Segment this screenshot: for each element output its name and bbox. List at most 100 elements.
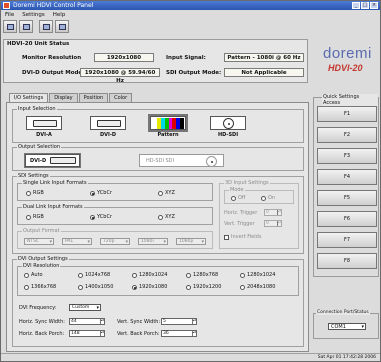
unit-status-panel: HDVI-20 Unit Status Monitor Resolution 1… bbox=[3, 39, 308, 84]
input-dvi-a-label: DVI-A bbox=[36, 132, 52, 138]
h-back-porch-input[interactable]: 148 ▴▾ bbox=[69, 330, 105, 337]
res-1280x1024-radio[interactable]: 1280x1024 bbox=[132, 272, 167, 278]
v-trigger-label: Vert. Trigger bbox=[224, 221, 255, 227]
menu-bar: File Settings Help bbox=[1, 11, 380, 19]
quick-settings-group: Quick Settings Access F1 F2 F3 F4 F5 F6 … bbox=[313, 94, 379, 277]
res-1280x768-radio[interactable]: 1280x768 bbox=[186, 272, 218, 278]
v-sync-width-label: Vert. Sync Width: bbox=[117, 319, 161, 325]
quick-f5-button[interactable]: F5 bbox=[317, 190, 377, 206]
connect-button[interactable] bbox=[3, 20, 17, 33]
toolbar bbox=[3, 20, 69, 34]
format-720p-select[interactable]: 720p bbox=[100, 238, 130, 245]
invert-fields-checkbox[interactable]: Invert Fields bbox=[224, 234, 261, 240]
res-auto-radio[interactable]: Auto bbox=[24, 272, 43, 278]
input-hd-sdi[interactable]: HD-SDI bbox=[207, 114, 249, 139]
close-button[interactable]: × bbox=[370, 2, 378, 9]
sdi-settings-group: SDI Settings Single Link Input Formats R… bbox=[12, 173, 304, 254]
save-button[interactable] bbox=[39, 20, 53, 33]
logo-word: doremi bbox=[323, 45, 372, 62]
maximize-button[interactable]: □ bbox=[361, 2, 369, 9]
single-link-ycbcr-radio[interactable]: YCbCr bbox=[90, 190, 112, 196]
res-1024x768-radio[interactable]: 1024x768 bbox=[78, 272, 110, 278]
minimize-button[interactable]: _ bbox=[352, 2, 360, 9]
res-1366x768-radio[interactable]: 1366x768 bbox=[24, 284, 56, 290]
input-pattern-label: Pattern bbox=[157, 132, 179, 138]
quick-f3-button[interactable]: F3 bbox=[317, 148, 377, 164]
format-ntsc-select[interactable]: NTSC bbox=[24, 238, 54, 245]
dual-link-ycbcr-radio[interactable]: YCbCr bbox=[90, 214, 112, 220]
quick-settings-title: Quick Settings Access bbox=[322, 94, 378, 106]
quick-f4-button[interactable]: F4 bbox=[317, 169, 377, 185]
single-link-xyz-radio[interactable]: XYZ bbox=[158, 190, 175, 196]
v-trigger-input[interactable]: 0 ▴▾ bbox=[264, 220, 282, 227]
input-signal-label: Input Signal: bbox=[166, 55, 206, 61]
dvi-resolution-group: DVI Resolution Auto 1024x768 1280x1024 1… bbox=[17, 263, 299, 296]
input-hd-sdi-label: HD-SDI bbox=[217, 132, 239, 138]
tab-position[interactable]: Position bbox=[78, 93, 109, 102]
menu-settings[interactable]: Settings bbox=[22, 11, 45, 19]
title-bar: Doremi HDVI Control Panel _ □ × bbox=[1, 1, 380, 10]
format-1080p-select[interactable]: 1080p bbox=[176, 238, 206, 245]
load-button[interactable] bbox=[55, 20, 69, 33]
quick-f6-button[interactable]: F6 bbox=[317, 211, 377, 227]
v-back-porch-input[interactable]: 36 ▴▾ bbox=[161, 330, 197, 337]
input-pattern[interactable]: Pattern bbox=[147, 114, 189, 139]
dual-link-xyz-radio[interactable]: XYZ bbox=[158, 214, 175, 220]
quick-f1-button[interactable]: F1 bbox=[317, 106, 377, 122]
dvi-output-settings-group: DVI Output Settings DVI Resolution Auto … bbox=[12, 256, 304, 347]
menu-help[interactable]: Help bbox=[53, 11, 66, 19]
monitor-resolution-label: Monitor Resolution bbox=[22, 55, 82, 61]
dvi-frequency-select[interactable]: Custom bbox=[69, 304, 101, 311]
res-1280x1024b-radio[interactable]: 1280x1024 bbox=[240, 272, 275, 278]
quick-f2-button[interactable]: F2 bbox=[317, 127, 377, 143]
single-link-rgb-radio[interactable]: RGB bbox=[26, 190, 44, 196]
doremi-logo: doremi HDVI-20 bbox=[319, 45, 379, 81]
input-dvi-d[interactable]: DVI-D bbox=[87, 114, 129, 139]
format-pal-select[interactable]: PAL bbox=[62, 238, 92, 245]
h-trigger-input[interactable]: 0 ▴▾ bbox=[264, 209, 282, 216]
color-bar bbox=[180, 118, 184, 129]
h-sync-width-label: Horiz. Sync Width: bbox=[19, 319, 65, 325]
res-2048x1080-radio[interactable]: 2048x1080 bbox=[240, 284, 275, 290]
dual-link-rgb-radio[interactable]: RGB bbox=[26, 214, 44, 220]
input-dvi-a[interactable]: DVI-A bbox=[23, 114, 65, 139]
output-dvi-d-label: DVI-D bbox=[30, 158, 47, 164]
bnc-connector-icon bbox=[223, 118, 234, 129]
dvi-output-mode-label: DVI-D Output Mode: bbox=[22, 70, 85, 76]
save-icon bbox=[43, 24, 50, 30]
output-hd-sdi-label: HD-SDI SDI bbox=[146, 158, 175, 164]
res-1920x1200-radio[interactable]: 1920x1200 bbox=[186, 284, 221, 290]
v-back-porch-label: Vert. Back Porch: bbox=[117, 331, 160, 337]
h-trigger-label: Horiz. Trigger bbox=[224, 210, 258, 216]
monitor-resolution-value: 1920x1080 bbox=[94, 53, 154, 62]
output-dvi-d[interactable]: DVI-D bbox=[25, 154, 80, 167]
tab-color[interactable]: Color bbox=[109, 93, 133, 102]
3d-mode-off-radio[interactable]: Off bbox=[231, 195, 245, 201]
sdi-output-mode-value: Not Applicable bbox=[224, 68, 304, 77]
status-bar: Sat Apr 01 17:42:28 2006 bbox=[1, 353, 380, 362]
load-icon bbox=[59, 24, 66, 30]
dual-link-formats: Dual Link Input Formats RGB YCbCr XYZ bbox=[17, 204, 213, 225]
h-sync-width-input[interactable]: 44 ▴▾ bbox=[69, 318, 105, 325]
sdi-output-mode-label: SDI Output Mode: bbox=[166, 70, 222, 76]
app-icon bbox=[3, 2, 10, 9]
output-hd-sdi[interactable]: HD-SDI SDI bbox=[139, 154, 224, 167]
res-1920x1080-radio[interactable]: 1920x1080 bbox=[132, 284, 167, 290]
menu-file[interactable]: File bbox=[5, 11, 14, 19]
3d-mode-on-radio[interactable]: On bbox=[261, 195, 275, 201]
quick-f8-button[interactable]: F8 bbox=[317, 253, 377, 269]
quick-f7-button[interactable]: F7 bbox=[317, 232, 377, 248]
dvi-frequency-label: DVI Frequency: bbox=[19, 305, 57, 311]
format-1080i-select[interactable]: 1080i bbox=[138, 238, 168, 245]
main-window: Doremi HDVI Control Panel _ □ × File Set… bbox=[0, 0, 381, 362]
connection-port-title: Connection Port/Status bbox=[316, 310, 370, 315]
dvi-connector-icon bbox=[50, 157, 76, 164]
res-1400x1050-radio[interactable]: 1400x1050 bbox=[78, 284, 113, 290]
com-port-select[interactable]: COM1 bbox=[328, 323, 366, 330]
dvi-output-mode-value: 1920x1080 @ 59.94/60 Hz bbox=[80, 68, 160, 84]
output-selection-group: Output Selection DVI-D HD-SDI SDI bbox=[12, 144, 304, 171]
dvi-output-settings-title: DVI Output Settings bbox=[17, 256, 69, 262]
disconnect-button[interactable] bbox=[19, 20, 33, 33]
v-sync-width-input[interactable]: 5 ▴▾ bbox=[161, 318, 197, 325]
tab-display[interactable]: Display bbox=[49, 93, 78, 102]
